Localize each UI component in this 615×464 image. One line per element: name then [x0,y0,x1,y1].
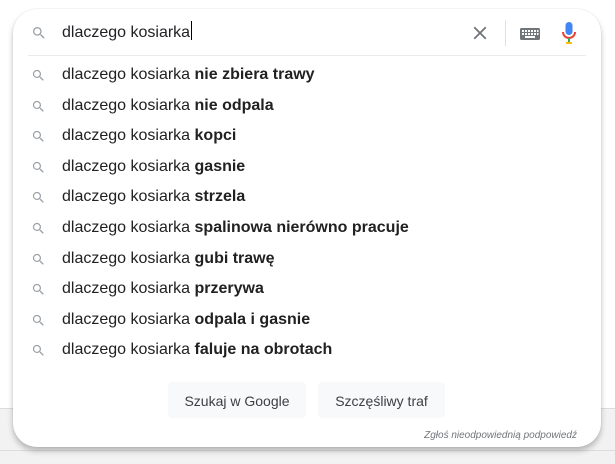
close-icon[interactable] [469,22,491,44]
microphone-icon[interactable] [561,21,577,45]
suggestion-text: dlaczego kosiarka przerywa [62,279,264,299]
keyboard-icon[interactable] [519,26,541,42]
suggestion-completion: strzela [194,188,246,206]
suggestion-prefix: dlaczego kosiarka [62,341,195,359]
search-icon [32,100,44,112]
search-icon [32,253,44,265]
suggestion-item[interactable]: dlaczego kosiarka kopci [13,121,601,152]
text-cursor [191,21,193,40]
suggestion-prefix: dlaczego kosiarka [62,310,195,328]
suggestion-completion: nie odpala [194,96,274,114]
search-icon [32,69,44,81]
search-icon [32,314,44,326]
google-search-button[interactable]: Szukaj w Google [168,382,306,418]
suggestion-text: dlaczego kosiarka faluje na obrotach [62,340,332,360]
suggestion-text: dlaczego kosiarka gubi trawę [62,249,275,269]
report-inappropriate-predictions-link[interactable]: Zgłoś nieodpowiednią podpowiedź [424,430,577,441]
search-bar: dlaczego kosiarka [13,9,601,55]
search-bar-divider [505,20,506,46]
suggestion-prefix: dlaczego kosiarka [62,218,195,236]
suggestion-completion: gubi trawę [194,249,275,267]
suggestion-item[interactable]: dlaczego kosiarka faluje na obrotach [13,335,601,366]
search-input[interactable]: dlaczego kosiarka [62,21,193,43]
suggestion-item[interactable]: dlaczego kosiarka strzela [13,182,601,213]
suggestion-prefix: dlaczego kosiarka [62,188,195,206]
suggestion-text: dlaczego kosiarka nie zbiera trawy [62,65,315,85]
suggestion-completion: przerywa [194,280,264,298]
suggestion-prefix: dlaczego kosiarka [62,66,195,83]
search-suggestions-divider [28,55,586,56]
suggestion-text: dlaczego kosiarka kopci [62,126,236,146]
suggestion-item[interactable]: dlaczego kosiarka odpala i gasnie [13,305,601,336]
search-icon [32,222,44,234]
suggestion-completion: kopci [194,127,237,145]
suggestion-text: dlaczego kosiarka nie odpala [62,96,274,116]
suggestion-text: dlaczego kosiarka strzela [62,187,245,207]
suggestion-prefix: dlaczego kosiarka [62,249,195,267]
suggestion-item[interactable]: dlaczego kosiarka przerywa [13,274,601,305]
suggestion-completion: faluje na obrotach [194,341,333,359]
suggestion-completion: nie zbiera trawy [194,66,315,83]
suggestion-completion: odpala i gasnie [194,310,311,328]
footer-divider [0,450,615,451]
suggestion-text: dlaczego kosiarka gasnie [62,157,245,177]
suggestion-prefix: dlaczego kosiarka [62,127,195,145]
suggestion-completion: gasnie [194,157,246,175]
suggestion-prefix: dlaczego kosiarka [62,157,195,175]
search-icon [32,192,44,204]
search-autocomplete-dropdown: dlaczego kosiarka dlaczego kosiarka nie … [13,9,601,447]
suggestion-item[interactable]: dlaczego kosiarka spalinowa nierówno pra… [13,213,601,244]
suggestion-completion: spalinowa nierówno pracuje [194,218,409,236]
suggestion-text: dlaczego kosiarka odpala i gasnie [62,310,310,330]
search-icon [32,161,44,173]
suggestion-item[interactable]: dlaczego kosiarka nie odpala [13,91,601,122]
search-query-text: dlaczego kosiarka [62,24,191,41]
search-buttons: Szukaj w Google Szczęśliwy traf [13,382,601,422]
search-icon [32,284,44,295]
feeling-lucky-button[interactable]: Szczęśliwy traf [318,382,445,418]
suggestions-list: dlaczego kosiarka nie zbiera trawy dlacze… [13,60,601,366]
suggestion-prefix: dlaczego kosiarka [62,280,195,298]
search-icon [32,345,44,357]
search-icon [32,131,44,142]
suggestion-item[interactable]: dlaczego kosiarka gubi trawę [13,244,601,275]
suggestion-prefix: dlaczego kosiarka [62,96,195,114]
search-icon [33,27,45,39]
suggestion-item[interactable]: dlaczego kosiarka gasnie [13,152,601,183]
suggestion-item[interactable]: dlaczego kosiarka nie zbiera trawy [13,60,601,91]
suggestion-text: dlaczego kosiarka spalinowa nierówno pra… [62,218,409,238]
